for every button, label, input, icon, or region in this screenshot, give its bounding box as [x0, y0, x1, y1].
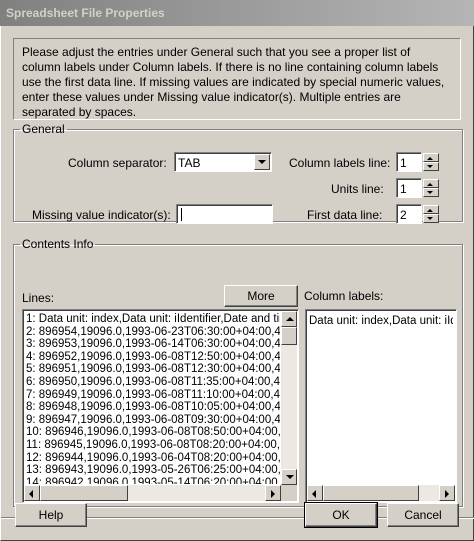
general-legend: General	[22, 122, 65, 136]
list-item[interactable]: 1: Data unit: index,Data unit: iIdentifi…	[26, 313, 280, 326]
column-labels-rows: Data unit: index,Data unit: iId	[309, 315, 453, 484]
help-button[interactable]: Help	[15, 503, 87, 527]
scroll-down-icon[interactable]	[281, 469, 297, 485]
column-labels-list-label: Column labels:	[304, 289, 384, 303]
column-labels-list[interactable]: Data unit: index,Data unit: iId	[305, 309, 457, 503]
list-item[interactable]: 11: 896945,19096.0,1993-06-08T08:20:00+0…	[26, 439, 280, 452]
units-line-stepper[interactable]: 1	[396, 178, 440, 198]
spin-down-icon[interactable]	[423, 214, 439, 223]
column-labels-horizontal-scrollbar[interactable]	[307, 485, 455, 501]
first-data-line-label: First data line:	[307, 208, 383, 222]
spin-up-icon[interactable]	[423, 205, 439, 214]
scroll-right-icon[interactable]	[265, 485, 281, 501]
scroll-left-icon[interactable]	[307, 485, 323, 501]
list-item[interactable]: 14: 896942,19096.0,1993-05-14T06:20:00+0…	[26, 477, 280, 484]
column-separator-value: TAB	[178, 156, 201, 170]
scrollbar-corner	[281, 485, 297, 501]
list-item[interactable]: 13: 896943,19096.0,1993-05-26T06:25:00+0…	[26, 464, 280, 477]
spin-up-icon[interactable]	[423, 179, 439, 188]
list-item[interactable]: 5: 896951,19096.0,1993-06-08T12:30:00+04…	[26, 363, 280, 376]
lines-vertical-scrollbar[interactable]	[281, 311, 297, 485]
missing-value-label: Missing value indicator(s):	[32, 208, 171, 222]
contents-info-group: Contents Info Lines: More Column labels:…	[13, 237, 463, 507]
list-item[interactable]: 6: 896950,19096.0,1993-06-08T11:35:00+04…	[26, 376, 280, 389]
ok-button[interactable]: OK	[304, 502, 378, 528]
list-item[interactable]: 8: 896948,19096.0,1993-06-08T10:05:00+04…	[26, 401, 280, 414]
units-line-field[interactable]: 1	[396, 178, 422, 198]
list-item[interactable]: 7: 896949,19096.0,1993-06-08T11:10:00+04…	[26, 389, 280, 402]
spin-up-icon[interactable]	[423, 153, 439, 162]
general-group: General Column separator: TAB Column lab…	[13, 122, 463, 224]
instructions-text: Please adjust the entries under General …	[22, 45, 445, 119]
lines-rows: 1: Data unit: index,Data unit: iIdentifi…	[26, 313, 280, 484]
list-item[interactable]: 3: 896953,19096.0,1993-06-14T06:30:00+04…	[26, 338, 280, 351]
spin-down-icon[interactable]	[423, 162, 439, 171]
lines-list[interactable]: 1: Data unit: index,Data unit: iIdentifi…	[22, 309, 299, 503]
first-data-line-stepper[interactable]: 2	[396, 204, 440, 224]
lines-horizontal-scrollbar[interactable]	[24, 485, 281, 501]
column-labels-line-field[interactable]: 1	[396, 152, 422, 172]
column-labels-horizontal-thumb[interactable]	[323, 485, 419, 501]
cancel-button[interactable]: Cancel	[387, 503, 459, 527]
window-title-bar[interactable]: Spreadsheet File Properties	[0, 0, 474, 26]
list-item[interactable]: 4: 896952,19096.0,1993-06-08T12:50:00+04…	[26, 351, 280, 364]
dialog-body: Please adjust the entries under General …	[0, 26, 474, 541]
scroll-right-icon[interactable]	[439, 485, 455, 501]
column-labels-line-stepper[interactable]: 1	[396, 152, 440, 172]
list-item[interactable]: 9: 896947,19096.0,1993-06-08T09:30:00+04…	[26, 414, 280, 427]
lines-vertical-thumb[interactable]	[281, 327, 297, 345]
window-title: Spreadsheet File Properties	[6, 6, 165, 20]
list-item[interactable]: 10: 896946,19096.0,1993-06-08T08:50:00+0…	[26, 426, 280, 439]
contents-info-legend: Contents Info	[22, 237, 94, 251]
more-button[interactable]: More	[224, 285, 298, 307]
scroll-left-icon[interactable]	[24, 485, 40, 501]
lines-label: Lines:	[22, 291, 55, 305]
text-caret	[181, 208, 182, 222]
column-labels-line-label: Column labels line:	[289, 156, 391, 170]
column-separator-select[interactable]: TAB	[174, 152, 272, 172]
dropdown-arrow-icon[interactable]	[254, 154, 270, 170]
scroll-up-icon[interactable]	[281, 311, 297, 327]
units-line-label: Units line:	[331, 182, 384, 196]
list-item[interactable]: Data unit: index,Data unit: iId	[309, 315, 453, 328]
missing-value-input[interactable]	[176, 204, 273, 224]
instructions-panel: Please adjust the entries under General …	[13, 38, 461, 120]
column-separator-label: Column separator:	[68, 156, 167, 170]
lines-horizontal-thumb[interactable]	[40, 485, 128, 501]
spin-down-icon[interactable]	[423, 188, 439, 197]
list-item[interactable]: 12: 896944,19096.0,1993-06-04T08:20:00+0…	[26, 452, 280, 465]
list-item[interactable]: 2: 896954,19096.0,1993-06-23T06:30:00+04…	[26, 326, 280, 339]
first-data-line-field[interactable]: 2	[396, 204, 422, 224]
